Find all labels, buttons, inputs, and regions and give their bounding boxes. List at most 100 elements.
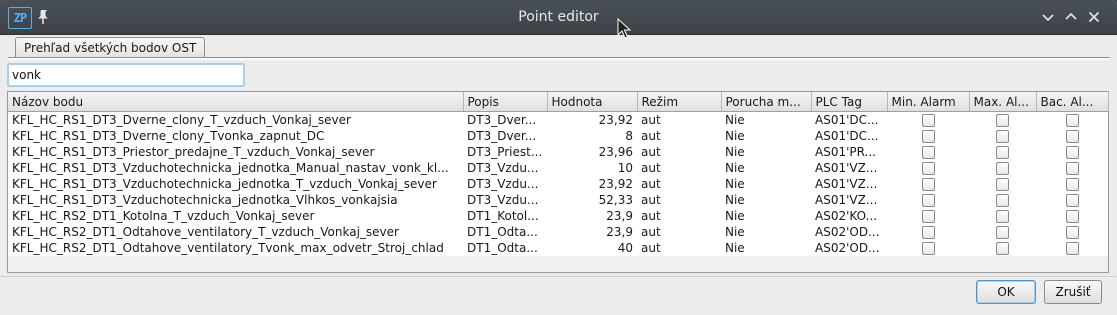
min-alarm-checkbox[interactable] (921, 226, 935, 239)
points-table: Názov bodu Popis Hodnota Režim Porucha m… (8, 92, 1109, 256)
max-alarm-checkbox[interactable] (996, 130, 1009, 143)
table-body: KFL_HC_RS1_DT3_Dverne_clony_T_vzduch_Von… (8, 111, 1108, 256)
cell-rezim: aut (637, 111, 721, 128)
cell-hodnota: 23,9 (547, 208, 637, 224)
table-row[interactable]: KFL_HC_RS1_DT3_Dverne_clony_Tvonka_zapnu… (8, 128, 1108, 144)
min-alarm-checkbox[interactable] (921, 162, 935, 175)
min-alarm-checkbox[interactable] (921, 130, 935, 143)
cell-rezim: aut (637, 128, 721, 144)
column-header-nazov[interactable]: Názov bodu (8, 92, 464, 112)
column-header-min-alarm[interactable]: Min. Alarm (887, 92, 970, 112)
table-row[interactable]: KFL_HC_RS2_DT1_Odtahove_ventilatory_T_vz… (8, 224, 1108, 240)
cell-nazov: KFL_HC_RS1_DT3_Vzduchotechnicka_jednotka… (8, 160, 463, 176)
column-header-porucha[interactable]: Porucha m... (721, 92, 812, 112)
bac-alarm-checkbox[interactable] (1065, 114, 1079, 127)
minimize-icon[interactable] (1040, 9, 1056, 25)
title-bar[interactable]: ZP Point editor (0, 0, 1117, 39)
bac-alarm-checkbox[interactable] (1065, 130, 1079, 143)
column-header-hodnota[interactable]: Hodnota (547, 92, 638, 112)
table-row[interactable]: KFL_HC_RS1_DT3_Priestor_predajne_T_vzduc… (8, 144, 1108, 160)
cell-plc-tag: AS02'OD... (811, 240, 887, 256)
column-header-popis[interactable]: Popis (463, 92, 548, 112)
cell-hodnota: 23,92 (547, 176, 637, 192)
cell-popis: DT3_Priest... (463, 144, 547, 160)
min-alarm-checkbox[interactable] (921, 178, 935, 191)
cell-nazov: KFL_HC_RS1_DT3_Dverne_clony_Tvonka_zapnu… (8, 128, 463, 144)
max-alarm-checkbox[interactable] (996, 114, 1009, 127)
cell-hodnota: 8 (547, 128, 637, 144)
cell-popis: DT3_Vzdu... (463, 176, 547, 192)
cell-plc-tag: AS02'KO... (811, 208, 887, 224)
table-row[interactable]: KFL_HC_RS2_DT1_Kotolna_T_vzduch_Vonkaj_s… (8, 208, 1108, 224)
cell-nazov: KFL_HC_RS1_DT3_Priestor_predajne_T_vzduc… (8, 144, 463, 160)
cell-hodnota: 10 (547, 160, 637, 176)
cell-rezim: aut (637, 144, 721, 160)
maximize-icon[interactable] (1063, 9, 1079, 25)
min-alarm-checkbox[interactable] (921, 210, 935, 223)
min-alarm-checkbox[interactable] (921, 114, 935, 127)
table-row[interactable]: KFL_HC_RS1_DT3_Vzduchotechnicka_jednotka… (8, 160, 1108, 176)
cell-porucha: Nie (721, 192, 811, 208)
cell-popis: DT3_Dver... (463, 111, 547, 128)
cell-hodnota: 23,9 (547, 224, 637, 240)
bac-alarm-checkbox[interactable] (1065, 242, 1079, 255)
cell-popis: DT3_Dver... (463, 128, 547, 144)
max-alarm-checkbox[interactable] (996, 210, 1009, 223)
cell-hodnota: 23,92 (547, 111, 637, 128)
max-alarm-checkbox[interactable] (996, 146, 1009, 159)
bac-alarm-checkbox[interactable] (1065, 210, 1079, 223)
min-alarm-checkbox[interactable] (921, 194, 935, 207)
search-input[interactable] (7, 63, 245, 87)
max-alarm-checkbox[interactable] (996, 178, 1009, 191)
cell-plc-tag: AS01'VZ... (811, 192, 887, 208)
cell-popis: DT1_Odta... (463, 240, 547, 256)
tab-strip: Prehľad všetkých bodov OST (8, 37, 1110, 60)
column-header-plc-tag[interactable]: PLC Tag (811, 92, 888, 112)
bac-alarm-checkbox[interactable] (1065, 162, 1079, 175)
max-alarm-checkbox[interactable] (996, 242, 1009, 255)
column-header-max-alarm[interactable]: Max. Al... (969, 92, 1037, 112)
max-alarm-checkbox[interactable] (996, 162, 1009, 175)
tab-divider (8, 57, 1110, 60)
cell-plc-tag: AS01'DC... (811, 111, 887, 128)
cell-nazov: KFL_HC_RS1_DT3_Vzduchotechnicka_jednotka… (8, 192, 463, 208)
bac-alarm-checkbox[interactable] (1065, 226, 1079, 239)
close-icon[interactable] (1086, 9, 1102, 25)
tab-prehlad-bodov[interactable]: Prehľad všetkých bodov OST (15, 37, 206, 58)
points-table-container[interactable]: Názov bodu Popis Hodnota Režim Porucha m… (7, 91, 1109, 273)
cell-popis: DT3_Vzdu... (463, 160, 547, 176)
cell-hodnota: 40 (547, 240, 637, 256)
cell-porucha: Nie (721, 240, 811, 256)
cell-nazov: KFL_HC_RS2_DT1_Odtahove_ventilatory_Tvon… (8, 240, 463, 256)
bac-alarm-checkbox[interactable] (1065, 194, 1079, 207)
min-alarm-checkbox[interactable] (921, 242, 935, 255)
table-row[interactable]: KFL_HC_RS2_DT1_Odtahove_ventilatory_Tvon… (8, 240, 1108, 256)
table-row[interactable]: KFL_HC_RS1_DT3_Dverne_clony_T_vzduch_Von… (8, 111, 1108, 128)
table-row[interactable]: KFL_HC_RS1_DT3_Vzduchotechnicka_jednotka… (8, 176, 1108, 192)
ok-button[interactable]: OK (976, 280, 1036, 304)
cell-nazov: KFL_HC_RS2_DT1_Kotolna_T_vzduch_Vonkaj_s… (8, 208, 463, 224)
cell-rezim: aut (637, 176, 721, 192)
max-alarm-checkbox[interactable] (996, 226, 1009, 239)
cell-porucha: Nie (721, 144, 811, 160)
cell-rezim: aut (637, 224, 721, 240)
column-header-rezim[interactable]: Režim (637, 92, 722, 112)
column-header-bac-alarm[interactable]: Bac. Al... (1036, 92, 1109, 112)
min-alarm-checkbox[interactable] (921, 146, 935, 159)
cell-popis: DT1_Odta... (463, 224, 547, 240)
cell-hodnota: 52,33 (547, 192, 637, 208)
bac-alarm-checkbox[interactable] (1065, 146, 1079, 159)
cell-rezim: aut (637, 192, 721, 208)
cell-rezim: aut (637, 160, 721, 176)
cancel-button[interactable]: Zrušiť (1044, 280, 1102, 304)
cell-plc-tag: AS02'OD... (811, 224, 887, 240)
table-row[interactable]: KFL_HC_RS1_DT3_Vzduchotechnicka_jednotka… (8, 192, 1108, 208)
bac-alarm-checkbox[interactable] (1065, 178, 1079, 191)
max-alarm-checkbox[interactable] (996, 194, 1009, 207)
cell-plc-tag: AS01'VZ... (811, 160, 887, 176)
cell-rezim: aut (637, 240, 721, 256)
cell-plc-tag: AS01'VZ... (811, 176, 887, 192)
cell-nazov: KFL_HC_RS1_DT3_Dverne_clony_T_vzduch_Von… (8, 111, 463, 128)
cell-popis: DT1_Kotol... (463, 208, 547, 224)
cell-porucha: Nie (721, 208, 811, 224)
